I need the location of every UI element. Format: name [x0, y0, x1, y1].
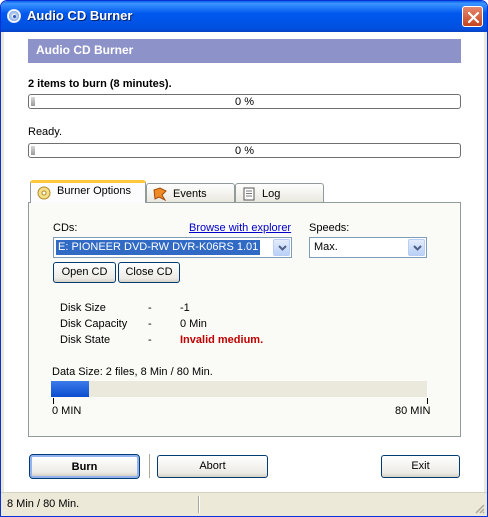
- speed-value: Max.: [314, 241, 338, 253]
- cd-drive-select[interactable]: E: PIONEER DVD-RW DVR-K06RS 1.01: [53, 237, 292, 258]
- events-icon: [153, 187, 167, 201]
- window-title: Audio CD Burner: [27, 8, 133, 23]
- tab-log[interactable]: Log: [235, 183, 324, 203]
- status-text: 8 Min / 80 Min.: [7, 498, 80, 510]
- disk-state-value: Invalid medium.: [180, 334, 264, 346]
- speeds-label: Speeds:: [309, 222, 350, 234]
- app-window: Audio CD Burner Audio CD Burner 2 items …: [0, 0, 488, 517]
- scale-min-label: 0 MIN: [52, 405, 82, 417]
- cd-drive-value: E: PIONEER DVD-RW DVR-K06RS 1.01: [56, 240, 261, 255]
- abort-button[interactable]: Abort: [157, 455, 268, 478]
- data-size-label: Data Size: 2 files, 8 Min / 80 Min.: [52, 366, 213, 378]
- progress-percent: 0 %: [235, 145, 254, 157]
- separator-dash: -: [148, 334, 152, 346]
- status-message: Ready.: [28, 126, 63, 138]
- browse-with-explorer-link[interactable]: Browse with explorer: [189, 222, 291, 234]
- tab-label: Log: [262, 188, 281, 200]
- close-icon: [467, 11, 480, 24]
- exit-button[interactable]: Exit: [381, 455, 460, 478]
- tab-events[interactable]: Events: [146, 183, 235, 203]
- title-bar[interactable]: Audio CD Burner: [1, 1, 487, 32]
- client-area: Audio CD Burner 2 items to burn (8 minut…: [4, 32, 484, 492]
- disk-size-key: Disk Size: [60, 302, 106, 314]
- close-cd-button[interactable]: Close CD: [118, 262, 180, 283]
- separator-dash: -: [148, 302, 152, 314]
- header-title: Audio CD Burner: [36, 43, 134, 57]
- track-progress-bar: 0 %: [28, 143, 461, 158]
- disk-state-key: Disk State: [60, 334, 111, 346]
- status-separator: [198, 496, 200, 513]
- chevron-down-icon: [278, 245, 287, 251]
- data-size-bar: [51, 381, 427, 397]
- speed-select[interactable]: Max.: [309, 237, 427, 258]
- scale-tick: [427, 398, 428, 404]
- disk-capacity-key: Disk Capacity: [60, 318, 128, 330]
- tab-label: Burner Options: [57, 185, 131, 197]
- cds-label: CDs:: [53, 222, 78, 234]
- separator-dash: -: [148, 318, 152, 330]
- total-progress-bar: 0 %: [28, 94, 461, 109]
- disk-size-value: -1: [180, 302, 190, 314]
- tab-burner-options[interactable]: Burner Options: [30, 180, 146, 203]
- dropdown-button[interactable]: [273, 239, 290, 256]
- log-icon: [243, 187, 255, 201]
- button-divider: [149, 454, 151, 478]
- burn-button[interactable]: Burn: [29, 454, 140, 479]
- close-button[interactable]: [462, 6, 483, 27]
- open-cd-button[interactable]: Open CD: [53, 262, 116, 283]
- scale-tick: [53, 398, 54, 404]
- dropdown-button[interactable]: [408, 239, 425, 256]
- chevron-down-icon: [413, 245, 422, 251]
- cd-icon: [37, 186, 51, 200]
- scale-max-label: 80 MIN: [395, 405, 431, 417]
- status-bar: 8 Min / 80 Min.: [1, 492, 487, 516]
- progress-percent: 0 %: [235, 96, 254, 108]
- resize-grip-icon[interactable]: [473, 502, 485, 514]
- tab-label: Events: [173, 188, 207, 200]
- cd-icon: [7, 9, 21, 23]
- disk-capacity-value: 0 Min: [180, 318, 207, 330]
- data-size-fill: [51, 381, 89, 397]
- header-band: Audio CD Burner: [28, 39, 461, 63]
- items-to-burn-label: 2 items to burn (8 minutes).: [28, 78, 172, 90]
